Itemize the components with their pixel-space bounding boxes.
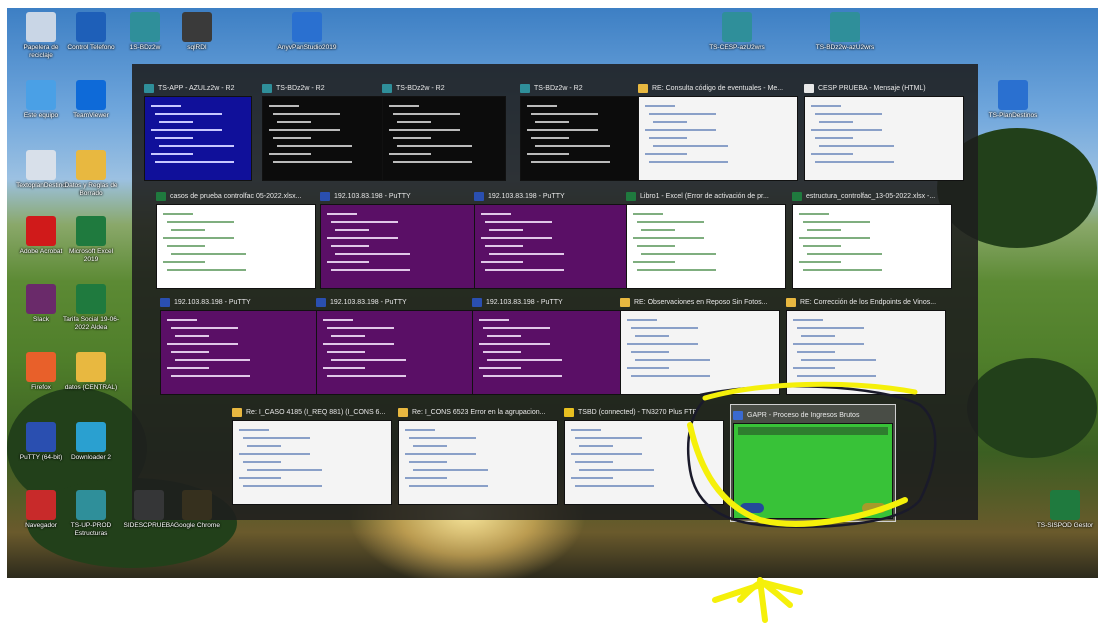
hand-drawn-annotation [686, 381, 937, 623]
annotation-yellow-stroke [702, 381, 918, 401]
annotation-yellow-arrow [712, 577, 803, 623]
annotation-yellow-stroke [687, 422, 908, 527]
